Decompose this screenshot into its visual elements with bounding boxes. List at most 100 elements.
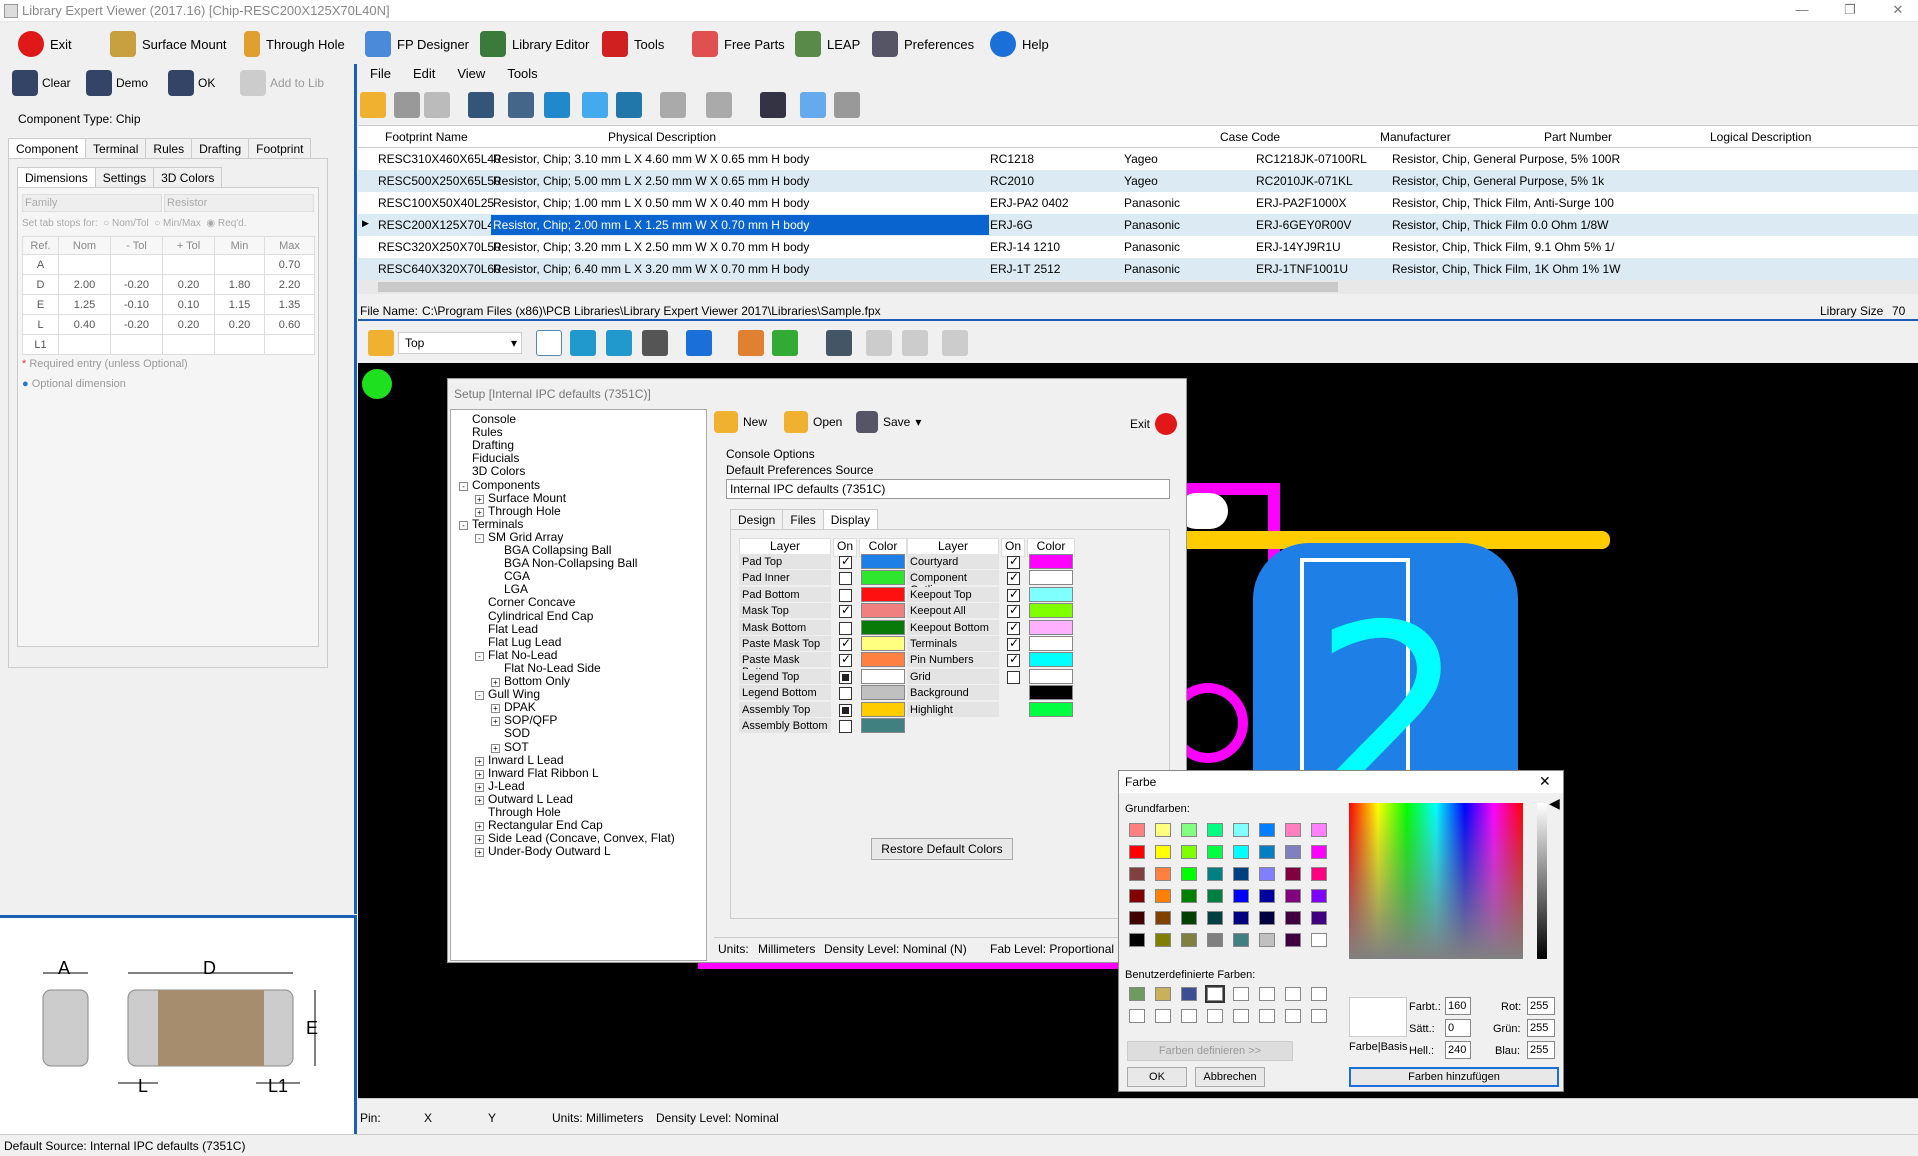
custom-color-swatch[interactable] xyxy=(1259,987,1275,1001)
dim-cell[interactable]: 0.20 xyxy=(162,274,215,295)
radio-reqd[interactable]: Req'd. xyxy=(218,218,247,229)
layer-visible-checkbox[interactable] xyxy=(839,687,852,701)
custom-color-swatch[interactable] xyxy=(1181,1009,1197,1023)
dim-cell[interactable]: 2.00 xyxy=(58,274,111,295)
tree-item[interactable]: Drafting xyxy=(459,438,514,452)
custom-color-swatch[interactable] xyxy=(1181,987,1197,1001)
save-button[interactable]: Save ▾ xyxy=(856,411,921,433)
layer-color-swatch[interactable] xyxy=(1029,701,1073,717)
chip-view-icon[interactable] xyxy=(760,92,786,118)
pref-source-field[interactable]: Internal IPC defaults (7351C) xyxy=(726,479,1170,499)
tab-terminal[interactable]: Terminal xyxy=(85,138,147,159)
layer-visible-checkbox[interactable] xyxy=(1007,670,1020,684)
dim-cell[interactable]: 1.35 xyxy=(264,294,315,315)
basic-color-swatch[interactable] xyxy=(1311,889,1327,903)
basic-color-swatch[interactable] xyxy=(1259,911,1275,925)
tools-button[interactable]: Tools xyxy=(602,28,664,60)
dim-cell[interactable] xyxy=(162,254,215,275)
tree-item[interactable]: CGA xyxy=(491,569,530,583)
basic-color-swatch[interactable] xyxy=(1233,889,1249,903)
layer-color-swatch[interactable] xyxy=(1029,668,1073,684)
basic-color-swatch[interactable] xyxy=(1207,867,1223,881)
tab-footprint[interactable]: Footprint xyxy=(248,138,312,159)
layer-visible-checkbox[interactable] xyxy=(1007,652,1020,668)
menu-tools[interactable]: Tools xyxy=(507,66,537,81)
tab-settings[interactable]: Settings xyxy=(94,167,155,188)
tree-item[interactable]: LGA xyxy=(491,582,528,596)
luminance-arrow-icon[interactable]: ◀ xyxy=(1549,795,1560,812)
basic-color-swatch[interactable] xyxy=(1259,867,1275,881)
tree-item[interactable]: + Under-Body Outward L xyxy=(475,844,611,858)
tree-item[interactable]: + Bottom Only xyxy=(491,674,570,688)
menu-file[interactable]: File xyxy=(370,66,391,81)
basic-color-swatch[interactable] xyxy=(1259,933,1275,947)
dim-cell[interactable] xyxy=(110,254,163,275)
layer-color-swatch[interactable] xyxy=(861,668,905,684)
col-logical-description[interactable]: Logical Description xyxy=(1710,130,1811,144)
layer-visible-checkbox[interactable] xyxy=(1007,570,1020,586)
free-parts-button[interactable]: Free Parts xyxy=(692,28,785,60)
layer-visible-checkbox[interactable] xyxy=(839,720,852,733)
tab-3d-colors[interactable]: 3D Colors xyxy=(153,167,223,188)
dim-cell[interactable]: -0.20 xyxy=(110,314,163,335)
basic-color-swatch[interactable] xyxy=(1285,911,1301,925)
back-icon[interactable] xyxy=(686,330,712,356)
color-spectrum[interactable] xyxy=(1349,803,1523,959)
layer-visible-checkbox[interactable] xyxy=(1007,636,1020,651)
tab-component[interactable]: Component xyxy=(8,138,87,159)
open-button[interactable]: Open xyxy=(784,411,842,433)
new-button[interactable]: New xyxy=(714,411,767,433)
collapse-icon[interactable]: - xyxy=(459,520,468,530)
tree-item[interactable]: + Inward Flat Ribbon L xyxy=(475,766,599,780)
tree-item[interactable]: Rules xyxy=(459,425,503,439)
tree-item[interactable]: Flat Lug Lead xyxy=(475,635,561,649)
basic-color-swatch[interactable] xyxy=(1233,845,1249,859)
basic-color-swatch[interactable] xyxy=(1129,911,1145,925)
dim-cell[interactable] xyxy=(58,334,111,355)
dim-cell[interactable]: -0.10 xyxy=(110,294,163,315)
basic-color-swatch[interactable] xyxy=(1181,845,1197,859)
expand-icon[interactable]: + xyxy=(475,782,484,792)
through-hole-button[interactable]: Through Hole xyxy=(244,28,345,60)
sat-input[interactable]: 0 xyxy=(1445,1019,1471,1037)
tree-item[interactable]: Flat No-Lead Side xyxy=(491,661,601,675)
col-manufacturer[interactable]: Manufacturer xyxy=(1380,130,1451,144)
custom-color-swatch[interactable] xyxy=(1129,1009,1145,1023)
dim-cell[interactable]: 0.20 xyxy=(214,314,265,335)
basic-color-swatch[interactable] xyxy=(1181,933,1197,947)
layer-color-swatch[interactable] xyxy=(1029,554,1073,569)
dim-cell[interactable]: 0.10 xyxy=(162,294,215,315)
tree-item[interactable]: + Rectangular End Cap xyxy=(475,818,603,832)
basic-color-swatch[interactable] xyxy=(1311,845,1327,859)
add-pad-icon[interactable] xyxy=(866,330,892,356)
close-icon[interactable]: ✕ xyxy=(1886,2,1910,18)
tree-item[interactable]: - Components xyxy=(459,478,540,492)
tree-item[interactable]: Flat Lead xyxy=(475,622,538,636)
horizontal-scrollbar[interactable] xyxy=(358,280,1918,294)
basic-color-swatch[interactable] xyxy=(1285,845,1301,859)
blue-input[interactable]: 255 xyxy=(1527,1041,1555,1059)
col-part-number[interactable]: Part Number xyxy=(1544,130,1612,144)
dim-cell[interactable] xyxy=(264,334,315,355)
layer-color-swatch[interactable] xyxy=(1029,685,1073,701)
layer-color-swatch[interactable] xyxy=(861,586,905,602)
custom-color-swatch[interactable] xyxy=(1311,987,1327,1001)
basic-color-swatch[interactable] xyxy=(1181,911,1197,925)
setup-exit-button[interactable]: Exit xyxy=(1130,413,1178,435)
custom-color-swatch[interactable] xyxy=(1285,987,1301,1001)
custom-color-swatch[interactable] xyxy=(1311,1009,1327,1023)
red-input[interactable]: 255 xyxy=(1527,997,1555,1015)
tab-dimensions[interactable]: Dimensions xyxy=(17,167,96,188)
basic-color-swatch[interactable] xyxy=(1155,889,1171,903)
basic-color-swatch[interactable] xyxy=(1259,889,1275,903)
basic-color-swatch[interactable] xyxy=(1207,845,1223,859)
custom-color-swatch[interactable] xyxy=(1233,987,1249,1001)
restore-icon[interactable]: ❐ xyxy=(1838,2,1862,18)
dim-cell[interactable]: 1.80 xyxy=(214,274,265,295)
custom-color-swatch[interactable] xyxy=(1205,985,1225,1003)
tree-item[interactable]: 3D Colors xyxy=(459,464,525,478)
tree-item[interactable]: + SOT xyxy=(491,740,529,754)
color-ok-button[interactable]: OK xyxy=(1127,1067,1187,1087)
report-icon[interactable] xyxy=(800,92,826,118)
layer-color-swatch[interactable] xyxy=(1029,586,1073,602)
